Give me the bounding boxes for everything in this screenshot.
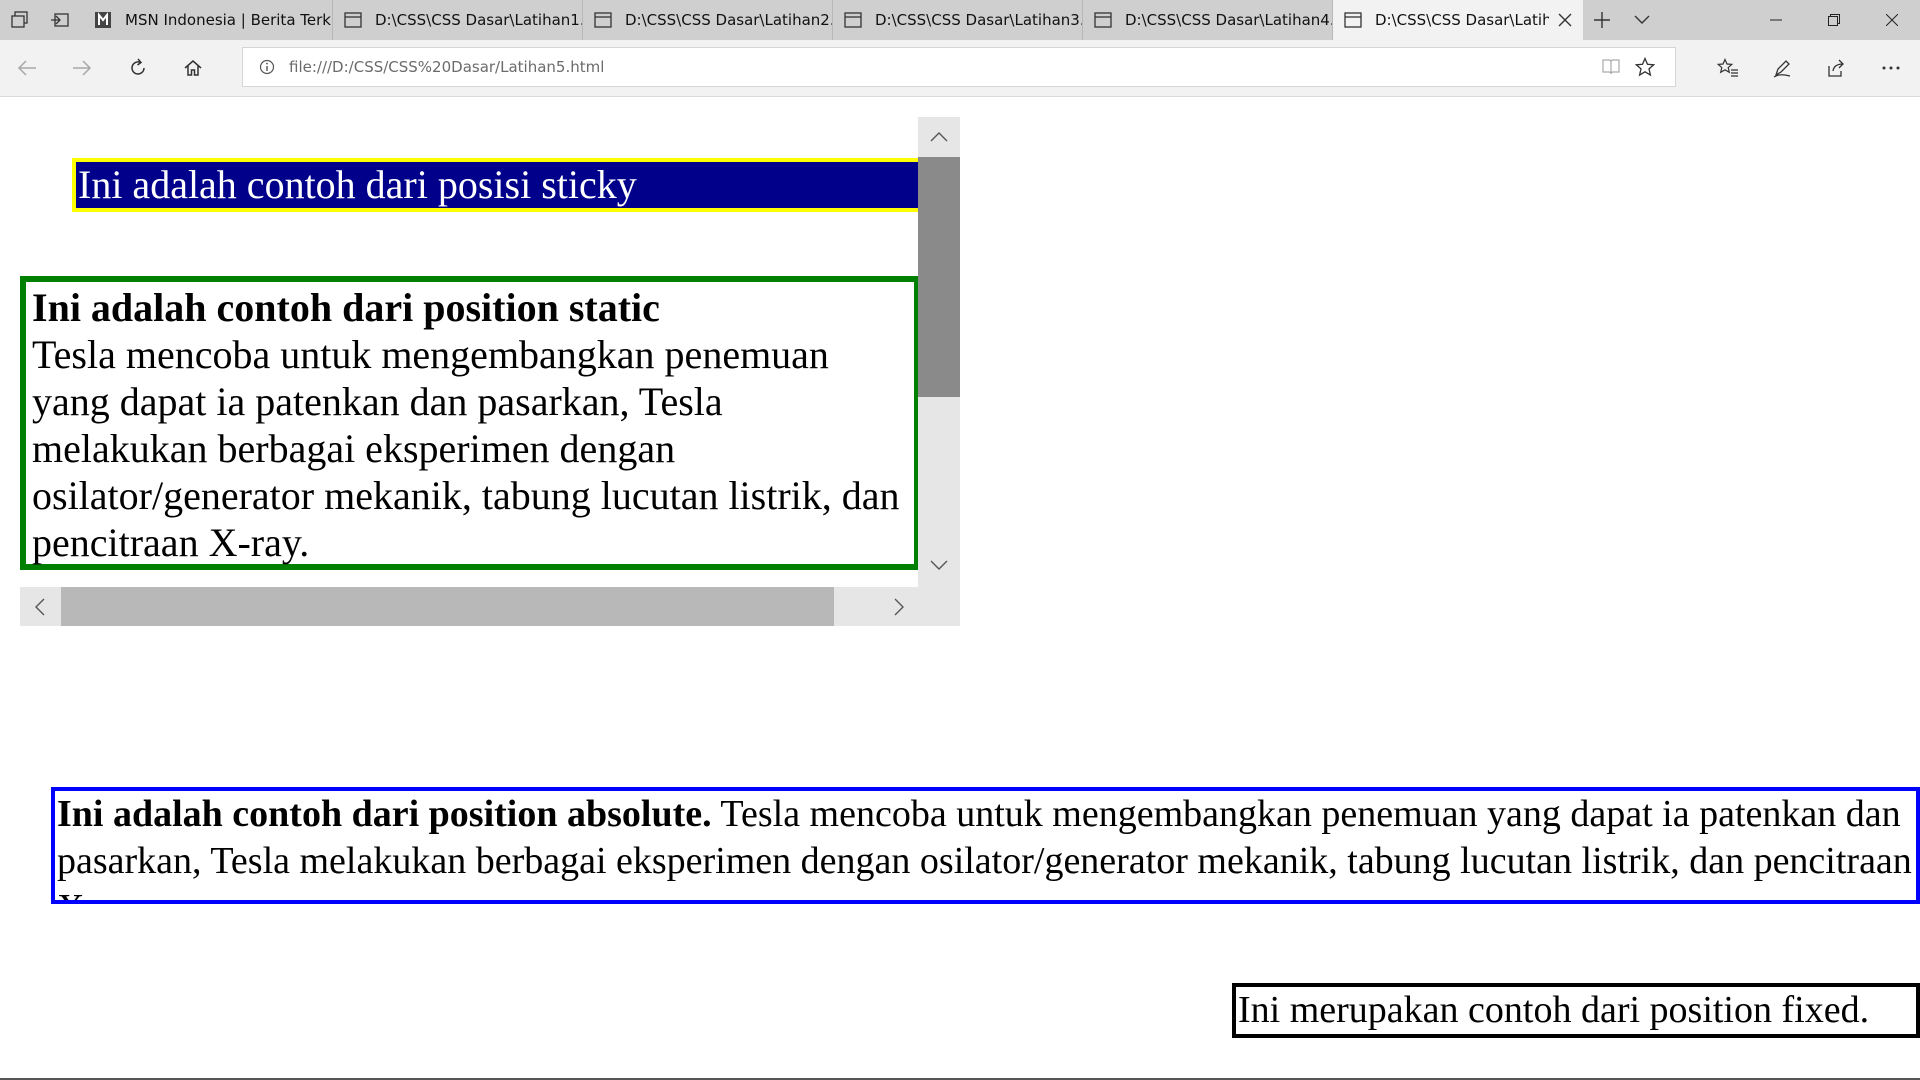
tab-latihan1[interactable]: D:\CSS\CSS Dasar\Latihan1.	[333, 0, 583, 40]
msn-icon	[93, 10, 113, 30]
forward-arrow-icon[interactable]	[62, 48, 102, 88]
new-tab-icon[interactable]	[1582, 0, 1622, 40]
refresh-icon[interactable]	[118, 48, 158, 88]
restore-icon[interactable]	[1806, 0, 1862, 40]
tab-label: MSN Indonesia | Berita Terk	[125, 11, 331, 29]
page-icon	[1343, 10, 1363, 30]
tab-label: D:\CSS\CSS Dasar\Latih	[1375, 11, 1549, 29]
share-icon[interactable]	[1816, 48, 1856, 88]
reading-view-icon[interactable]	[1601, 57, 1621, 77]
scroll-right-chevron-icon[interactable]	[879, 587, 919, 627]
horizontal-scroll-thumb[interactable]	[61, 587, 834, 626]
close-tab-icon[interactable]	[1555, 10, 1575, 30]
horizontal-scrollbar[interactable]	[20, 587, 960, 626]
page-content: Ini adalah contoh dari posisi sticky Ini…	[0, 97, 1920, 1080]
address-bar[interactable]: file:///D:/CSS/CSS%20Dasar/Latihan5.html	[242, 47, 1676, 87]
navigation-bar: file:///D:/CSS/CSS%20Dasar/Latihan5.html	[0, 40, 1920, 97]
tab-latihan2[interactable]: D:\CSS\CSS Dasar\Latihan2.	[583, 0, 833, 40]
tab-label: D:\CSS\CSS Dasar\Latihan1.	[375, 11, 582, 29]
scroll-down-chevron-icon[interactable]	[919, 545, 959, 585]
address-url[interactable]: file:///D:/CSS/CSS%20Dasar/Latihan5.html	[289, 48, 604, 86]
tab-latihan5-active[interactable]: D:\CSS\CSS Dasar\Latih	[1333, 0, 1583, 40]
sticky-box: Ini adalah contoh dari posisi sticky	[72, 158, 940, 212]
absolute-box: Ini adalah contoh dari position absolute…	[51, 787, 1920, 904]
tab-manager-icon[interactable]	[0, 0, 40, 40]
tab-label: D:\CSS\CSS Dasar\Latihan3.	[875, 11, 1082, 29]
static-paragraph: Tesla mencoba untuk mengembangkan penemu…	[32, 332, 900, 565]
tab-latihan3[interactable]: D:\CSS\CSS Dasar\Latihan3.	[833, 0, 1083, 40]
tab-msn[interactable]: MSN Indonesia | Berita Terk	[83, 0, 333, 40]
tab-latihan4[interactable]: D:\CSS\CSS Dasar\Latihan4.	[1083, 0, 1333, 40]
fixed-box: Ini merupakan contoh dari position fixed…	[1232, 983, 1920, 1038]
scroll-up-chevron-icon[interactable]	[919, 117, 959, 157]
favorite-star-icon[interactable]	[1635, 57, 1655, 77]
scroll-left-chevron-icon[interactable]	[20, 587, 60, 627]
vertical-scroll-thumb[interactable]	[918, 157, 960, 397]
page-icon	[593, 10, 613, 30]
site-info-icon[interactable]	[257, 57, 277, 77]
static-heading: Ini adalah contoh dari position static	[32, 285, 660, 330]
scroll-container[interactable]: Ini adalah contoh dari posisi sticky Ini…	[20, 117, 960, 626]
favorites-hub-icon[interactable]	[1708, 48, 1748, 88]
home-icon[interactable]	[173, 48, 213, 88]
absolute-heading: Ini adalah contoh dari position absolute…	[57, 793, 712, 835]
minimize-icon[interactable]	[1748, 0, 1804, 40]
vertical-scrollbar[interactable]	[918, 117, 960, 587]
page-icon	[843, 10, 863, 30]
tab-label: D:\CSS\CSS Dasar\Latihan2.	[625, 11, 832, 29]
close-window-icon[interactable]	[1864, 0, 1920, 40]
back-arrow-icon[interactable]	[7, 48, 47, 88]
tab-strip: MSN Indonesia | Berita Terk D:\CSS\CSS D…	[0, 0, 1920, 40]
page-icon	[1093, 10, 1113, 30]
set-tabs-aside-icon[interactable]	[40, 0, 80, 40]
web-note-pen-icon[interactable]	[1762, 48, 1802, 88]
more-options-icon[interactable]	[1871, 48, 1911, 88]
tab-preview-chevron-down-icon[interactable]	[1622, 0, 1662, 40]
page-icon	[343, 10, 363, 30]
static-box: Ini adalah contoh dari position static T…	[20, 276, 920, 570]
tab-label: D:\CSS\CSS Dasar\Latihan4.	[1125, 11, 1332, 29]
